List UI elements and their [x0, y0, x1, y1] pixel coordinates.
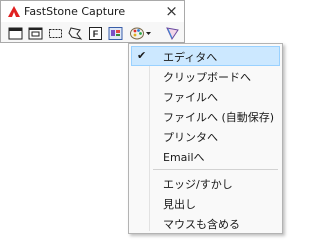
menu-item-label: エディタへ — [163, 51, 218, 64]
menu-item-to-printer[interactable]: プリンタへ — [131, 126, 280, 146]
menu-item-label: エッジ/すかし — [163, 178, 233, 191]
menu-item-caption[interactable]: 見出し — [131, 193, 280, 213]
capture-full-screen-button[interactable]: F — [87, 26, 104, 41]
capture-active-window-button[interactable] — [7, 26, 24, 41]
menu-item-include-mouse[interactable]: マウスも含める — [131, 213, 280, 233]
menu-item-label: 見出し — [163, 198, 196, 211]
menu-item-label: プリンタへ — [163, 131, 218, 144]
menu-item-label: クリップボードへ — [163, 71, 251, 84]
checkmark-icon: ✔ — [137, 49, 147, 62]
settings-icon — [166, 27, 179, 41]
capture-window-object-icon — [28, 27, 43, 40]
menu-item-label: ファイルへ (自動保存) — [163, 111, 275, 124]
menu-item-edge-watermark[interactable]: エッジ/すかし — [131, 173, 280, 193]
output-destination-icon — [130, 27, 151, 40]
capture-freehand-region-icon — [68, 27, 83, 40]
capture-rectangular-region-button[interactable] — [47, 26, 64, 41]
faststone-toolbar-window: FastStone Capture × F — [0, 0, 185, 43]
capture-scrolling-window-button[interactable] — [107, 26, 124, 41]
menu-item-to-file-autosave[interactable]: ファイルへ (自動保存) — [131, 106, 280, 126]
capture-full-screen-icon: F — [89, 27, 102, 40]
menu-item-label: ファイルへ — [163, 91, 218, 104]
capture-scrolling-window-icon — [108, 27, 123, 40]
svg-text:F: F — [93, 29, 99, 39]
menu-item-label: Emailへ — [163, 151, 205, 164]
title-bar[interactable]: FastStone Capture × — [1, 1, 184, 22]
capture-active-window-icon — [8, 27, 23, 40]
menu-separator — [153, 169, 278, 170]
menu-item-to-clipboard[interactable]: クリップボードへ — [131, 66, 280, 86]
window-title: FastStone Capture — [24, 5, 126, 18]
menu-item-to-file[interactable]: ファイルへ — [131, 86, 280, 106]
menu-item-to-editor[interactable]: ✔ エディタへ — [131, 46, 280, 66]
capture-rectangular-region-icon — [49, 29, 62, 38]
faststone-logo-icon — [8, 6, 20, 17]
capture-freehand-region-button[interactable] — [67, 26, 84, 41]
capture-window-object-button[interactable] — [27, 26, 44, 41]
close-button[interactable]: × — [163, 3, 180, 20]
settings-button[interactable] — [164, 26, 181, 41]
output-destination-dropdown-button[interactable] — [129, 26, 153, 41]
menu-item-to-email[interactable]: Emailへ — [131, 146, 280, 166]
output-destination-menu: ✔ エディタへ クリップボードへ ファイルへ ファイルへ (自動保存) プリンタ… — [128, 43, 283, 234]
menu-item-label: マウスも含める — [163, 218, 240, 231]
